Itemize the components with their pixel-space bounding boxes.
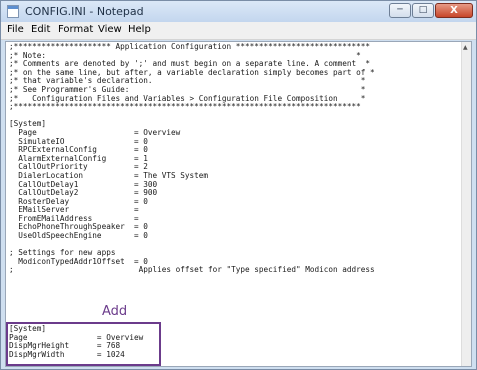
- config-text: ;********************* Application Confi…: [9, 42, 375, 275]
- text-editor[interactable]: ;********************* Application Confi…: [5, 41, 472, 367]
- notepad-window: CONFIG.INI - Notepad ─ □ X File Edit For…: [0, 0, 477, 370]
- menu-file[interactable]: File: [7, 24, 24, 35]
- menu-edit[interactable]: Edit: [31, 24, 50, 35]
- menu-bar: File Edit Format View Help: [1, 22, 476, 40]
- menu-help[interactable]: Help: [128, 24, 151, 35]
- minimize-button[interactable]: ─: [389, 3, 411, 18]
- menu-format[interactable]: Format: [58, 24, 93, 35]
- vertical-scrollbar[interactable]: ▲: [461, 42, 471, 366]
- title-bar[interactable]: CONFIG.INI - Notepad ─ □ X: [1, 1, 476, 22]
- maximize-button[interactable]: □: [412, 3, 434, 18]
- window-title: CONFIG.INI - Notepad: [25, 5, 144, 18]
- notepad-icon: [7, 5, 19, 18]
- add-annotation-label: Add: [102, 304, 128, 319]
- menu-view[interactable]: View: [98, 24, 122, 35]
- scroll-up-arrow-icon[interactable]: ▲: [463, 44, 468, 51]
- close-button[interactable]: X: [435, 3, 473, 18]
- added-config-text: [System] Page = Overview DispMgrHeight =…: [9, 324, 144, 359]
